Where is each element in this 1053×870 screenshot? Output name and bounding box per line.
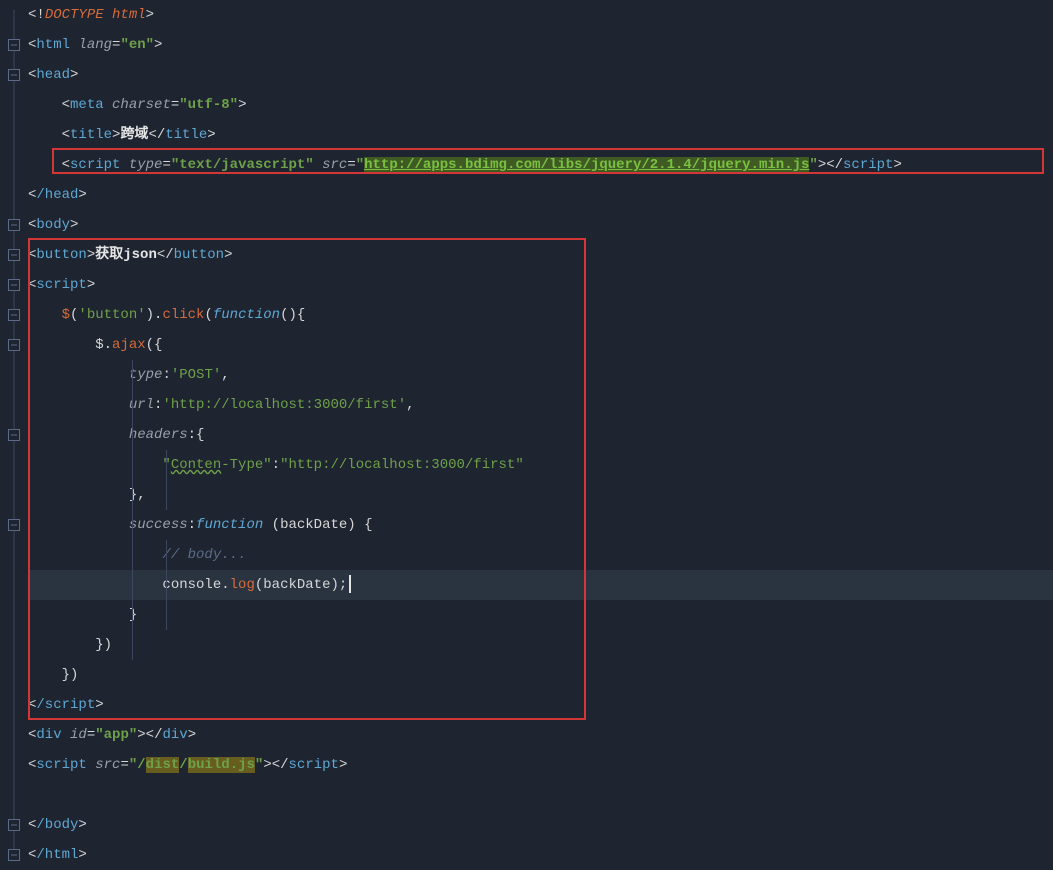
code-line[interactable]: <script>: [28, 270, 1053, 300]
code-area[interactable]: <!DOCTYPE html> <html lang="en"> <head> …: [28, 0, 1053, 870]
code-line[interactable]: <head>: [28, 60, 1053, 90]
code-line[interactable]: <script type="text/javascript" src="http…: [28, 150, 1053, 180]
fold-toggle-icon[interactable]: [8, 309, 20, 321]
code-line[interactable]: <html lang="en">: [28, 30, 1053, 60]
code-line[interactable]: <div id="app"></div>: [28, 720, 1053, 750]
code-line[interactable]: }: [28, 600, 1053, 630]
fold-toggle-icon[interactable]: [8, 519, 20, 531]
fold-toggle-icon[interactable]: [8, 39, 20, 51]
fold-toggle-icon[interactable]: [8, 249, 20, 261]
fold-gutter: [0, 0, 28, 870]
fold-toggle-icon[interactable]: [8, 279, 20, 291]
code-line[interactable]: success:function (backDate) {: [28, 510, 1053, 540]
code-line[interactable]: },: [28, 480, 1053, 510]
code-line[interactable]: $.ajax({: [28, 330, 1053, 360]
code-line[interactable]: <script src="/dist/build.js"></script>: [28, 750, 1053, 780]
code-line[interactable]: // body...: [28, 540, 1053, 570]
code-line[interactable]: $('button').click(function(){: [28, 300, 1053, 330]
fold-toggle-icon[interactable]: [8, 849, 20, 861]
code-line[interactable]: headers:{: [28, 420, 1053, 450]
code-line[interactable]: </html>: [28, 840, 1053, 870]
code-line[interactable]: <body>: [28, 210, 1053, 240]
code-line[interactable]: <title>跨域</title>: [28, 120, 1053, 150]
code-line[interactable]: [28, 780, 1053, 810]
code-line[interactable]: "Conten-Type":"http://localhost:3000/fir…: [28, 450, 1053, 480]
text-cursor: [349, 575, 351, 593]
code-line-active[interactable]: console.log(backDate);: [28, 570, 1053, 600]
code-line[interactable]: </script>: [28, 690, 1053, 720]
indent-guide: [166, 450, 167, 510]
fold-toggle-icon[interactable]: [8, 429, 20, 441]
fold-toggle-icon[interactable]: [8, 339, 20, 351]
indent-guide: [166, 540, 167, 630]
code-line[interactable]: }): [28, 630, 1053, 660]
indent-guide: [132, 360, 133, 660]
fold-toggle-icon[interactable]: [8, 219, 20, 231]
code-line[interactable]: }): [28, 660, 1053, 690]
fold-toggle-icon[interactable]: [8, 819, 20, 831]
code-line[interactable]: </head>: [28, 180, 1053, 210]
code-line[interactable]: url:'http://localhost:3000/first',: [28, 390, 1053, 420]
code-line[interactable]: <meta charset="utf-8">: [28, 90, 1053, 120]
fold-toggle-icon[interactable]: [8, 69, 20, 81]
code-line[interactable]: </body>: [28, 810, 1053, 840]
code-editor[interactable]: <!DOCTYPE html> <html lang="en"> <head> …: [0, 0, 1053, 870]
code-line[interactable]: <button>获取json</button>: [28, 240, 1053, 270]
code-line[interactable]: type:'POST',: [28, 360, 1053, 390]
code-line[interactable]: <!DOCTYPE html>: [28, 0, 1053, 30]
